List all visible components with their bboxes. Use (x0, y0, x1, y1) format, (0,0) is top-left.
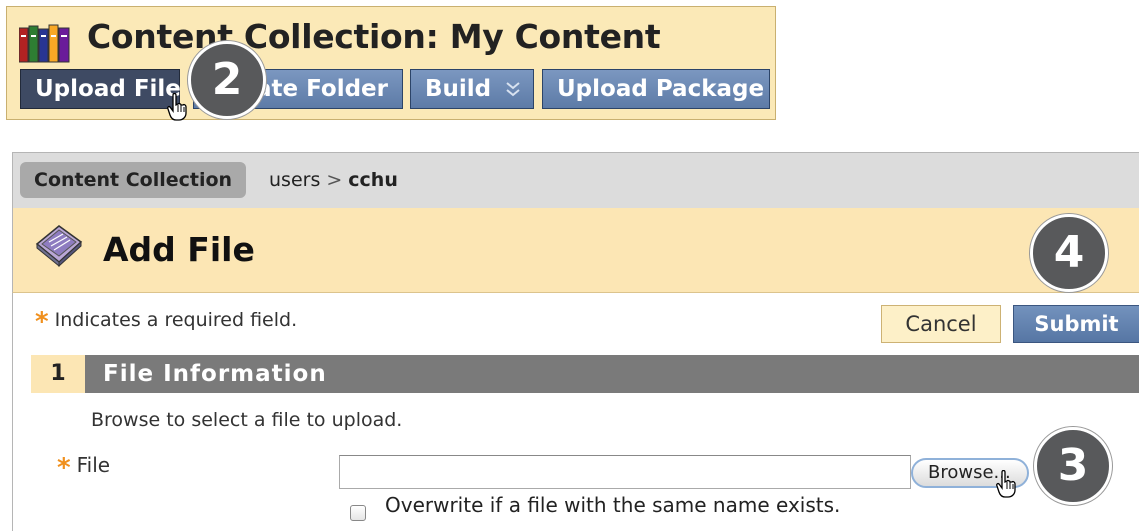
cancel-button[interactable]: Cancel (881, 305, 1001, 343)
breadcrumb-item-users[interactable]: users (269, 169, 320, 191)
breadcrumb-root-content-collection[interactable]: Content Collection (20, 162, 247, 198)
breadcrumb-separator: > (326, 169, 343, 191)
file-label-text: File (76, 453, 111, 477)
breadcrumb: Content Collection users > cchu (12, 152, 1139, 208)
hand-cursor-icon (167, 93, 187, 121)
file-field-label: * File (57, 453, 110, 483)
overwrite-checkbox[interactable] (350, 505, 366, 521)
submit-button[interactable]: Submit (1013, 305, 1139, 343)
chevron-down-icon (506, 82, 520, 97)
section-number: 1 (31, 355, 85, 393)
overwrite-label: Overwrite if a file with the same name e… (385, 493, 841, 517)
build-menu-button[interactable]: Build (410, 69, 534, 109)
upload-package-button[interactable]: Upload Package (542, 69, 770, 109)
required-star-icon: * (35, 307, 49, 337)
upload-file-button[interactable]: Upload File (20, 69, 181, 109)
step-bubble-2: 2 (188, 41, 266, 119)
add-file-header: Add File (12, 208, 1139, 293)
file-path-input[interactable] (339, 455, 911, 489)
add-file-form: * Indicates a required field. Cancel Subm… (12, 293, 1139, 531)
step-bubble-4: 4 (1030, 214, 1108, 292)
books-icon (19, 24, 70, 63)
page-title: Content Collection: My Content (87, 17, 661, 56)
breadcrumb-path: users > cchu (269, 162, 398, 198)
upload-file-button-label: Upload File (35, 76, 181, 102)
required-field-note: * Indicates a required field. (35, 307, 297, 337)
create-folder-button-label: ate Folder (256, 76, 388, 102)
section-instructions: Browse to select a file to upload. (91, 409, 403, 431)
breadcrumb-item-current: cchu (348, 169, 398, 191)
section-title: File Information (103, 361, 327, 387)
hand-cursor-icon (996, 470, 1016, 498)
upload-package-button-label: Upload Package (557, 76, 765, 102)
required-note-text: Indicates a required field. (54, 309, 298, 331)
file-information-section-header: 1 File Information (31, 355, 1139, 393)
build-button-label: Build (425, 76, 492, 102)
content-collection-toolbar-panel: Content Collection: My Content Upload Fi… (6, 6, 776, 121)
add-file-icon (35, 225, 83, 268)
step-bubble-3: 3 (1034, 427, 1112, 505)
required-star-icon: * (57, 453, 71, 483)
add-file-title: Add File (103, 230, 255, 269)
